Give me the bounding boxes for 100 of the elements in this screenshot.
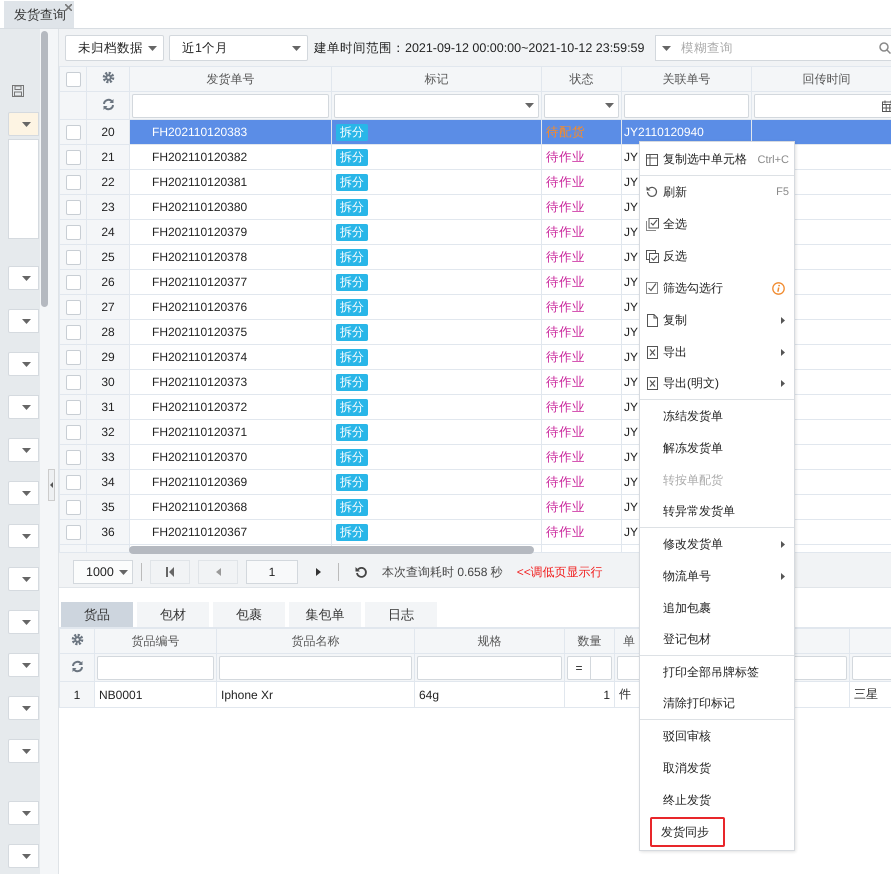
detail-tab[interactable]: 包材 <box>137 602 209 627</box>
column-header[interactable]: 规格 <box>414 628 564 654</box>
column-header[interactable]: 数量 <box>564 628 614 654</box>
dropdown[interactable] <box>8 112 39 136</box>
scrollbar-thumb[interactable] <box>41 31 48 307</box>
dropdown[interactable] <box>8 567 39 591</box>
dropdown[interactable] <box>8 524 39 548</box>
filter-dropdown[interactable] <box>544 94 619 118</box>
row-checkbox[interactable] <box>66 350 80 365</box>
row-checkbox[interactable] <box>66 324 80 340</box>
dropdown[interactable] <box>8 844 39 868</box>
column-header[interactable]: 标记 <box>332 66 542 92</box>
caret-icon <box>148 46 157 50</box>
page-size-select[interactable]: 1000 <box>73 560 133 584</box>
row-checkbox[interactable] <box>66 200 80 215</box>
tag: 拆分 <box>336 124 368 140</box>
menu-item[interactable]: 驳回审核 <box>640 720 794 752</box>
row-checkbox[interactable] <box>66 400 80 415</box>
filter-field[interactable]: = <box>567 656 612 680</box>
menu-item[interactable]: 清除打印标记 <box>640 688 794 720</box>
page-tab[interactable]: 发货查询 <box>4 1 74 28</box>
search-field[interactable]: 模糊查询 <box>655 35 891 61</box>
menu-item[interactable]: 追加包裹 <box>640 592 794 624</box>
detail-tab[interactable]: 包裹 <box>213 602 285 627</box>
save-icon[interactable] <box>12 85 24 97</box>
menu-item[interactable]: 取消发货 <box>640 752 794 784</box>
select-all-checkbox[interactable] <box>66 72 80 87</box>
filter-field[interactable] <box>624 94 749 118</box>
column-header[interactable]: 状态 <box>542 66 622 92</box>
row-checkbox[interactable] <box>66 174 80 190</box>
column-header[interactable]: 货品名称 <box>216 628 414 654</box>
filter-field[interactable] <box>852 656 891 680</box>
tag: 拆分 <box>336 398 368 416</box>
detail-tab[interactable]: 集包单 <box>289 602 361 627</box>
dropdown[interactable] <box>8 610 39 634</box>
detail-tab[interactable]: 货品 <box>61 602 133 627</box>
dropdown[interactable] <box>8 481 39 505</box>
menu-item[interactable]: 物流单号 <box>640 560 794 592</box>
detail-tab[interactable]: 日志 <box>365 602 437 627</box>
row-checkbox[interactable] <box>66 300 80 315</box>
filter-field[interactable] <box>97 656 214 680</box>
dropdown[interactable] <box>8 696 39 720</box>
calendar-icon[interactable] <box>882 100 891 112</box>
dropdown[interactable] <box>8 739 39 763</box>
row-checkbox[interactable] <box>66 250 80 265</box>
table-row[interactable]: 20 FH202110120383 拆分 待配货 JY2110120940 <box>60 120 891 144</box>
row-checkbox[interactable] <box>66 500 80 515</box>
hint-link[interactable]: <<调低页显示行 <box>516 564 603 580</box>
dropdown[interactable] <box>8 653 39 677</box>
dropdown[interactable] <box>8 801 39 825</box>
row-checkbox[interactable] <box>66 124 80 140</box>
date-filter-field[interactable] <box>754 94 891 118</box>
dropdown[interactable] <box>8 438 39 462</box>
row-checkbox[interactable] <box>66 450 80 465</box>
refresh-icon[interactable] <box>70 660 84 672</box>
row-checkbox[interactable] <box>66 224 80 240</box>
row-checkbox[interactable] <box>66 274 80 290</box>
row-checkbox[interactable] <box>66 374 80 390</box>
filter-field[interactable] <box>132 94 329 118</box>
gear-icon[interactable] <box>70 633 84 646</box>
close-icon[interactable] <box>65 4 72 11</box>
menu-item[interactable]: 发货同步 <box>649 816 726 848</box>
menu-item[interactable]: 终止发货 <box>640 784 794 816</box>
column-header[interactable]: 关联单号 <box>622 66 752 92</box>
filter-field[interactable] <box>417 656 562 680</box>
dropdown[interactable] <box>8 266 39 290</box>
scrollbar-thumb[interactable] <box>129 546 534 554</box>
tag: 拆分 <box>336 198 368 216</box>
first-page-button[interactable] <box>150 560 190 584</box>
table-icon <box>646 154 658 166</box>
column-header[interactable]: 发货单号 <box>130 66 332 92</box>
menu-item[interactable]: 导出(明文) <box>640 368 794 400</box>
column-header[interactable]: 回传时间 <box>752 66 891 92</box>
caret-icon <box>525 103 534 108</box>
column-header[interactable]: 货品编号 <box>94 628 216 654</box>
search-icon[interactable] <box>879 42 891 54</box>
menu-item[interactable]: 复制选中单元格 Ctrl+C <box>640 144 794 176</box>
row-number: 23 <box>86 194 130 220</box>
filter-dropdown[interactable] <box>334 94 539 118</box>
dropdown[interactable] <box>8 352 39 376</box>
menu-item[interactable]: 登记包材 <box>640 624 794 656</box>
search-input[interactable]: 模糊查询 <box>679 40 871 56</box>
row-checkbox[interactable] <box>66 474 80 490</box>
tag: 拆分 <box>336 148 368 166</box>
gear-icon[interactable] <box>102 71 114 84</box>
row-checkbox[interactable] <box>66 524 80 540</box>
row-checkbox[interactable] <box>66 424 80 440</box>
checkbox-icon <box>646 250 658 262</box>
menu-item[interactable]: 转异常发货单 <box>640 496 794 528</box>
dropdown[interactable] <box>8 395 39 419</box>
refresh-icon[interactable] <box>102 98 114 110</box>
archive-select[interactable]: 未归档数据 <box>65 35 164 61</box>
reload-icon[interactable] <box>355 566 368 578</box>
row-checkbox[interactable] <box>66 150 80 165</box>
period-select[interactable]: 近1个月 <box>169 35 308 61</box>
dropdown[interactable] <box>8 309 39 333</box>
page-number-field[interactable]: 1 <box>246 560 298 584</box>
filter-field[interactable] <box>219 656 412 680</box>
previous-page-button[interactable] <box>198 560 238 584</box>
collapse-handle[interactable] <box>48 469 55 501</box>
